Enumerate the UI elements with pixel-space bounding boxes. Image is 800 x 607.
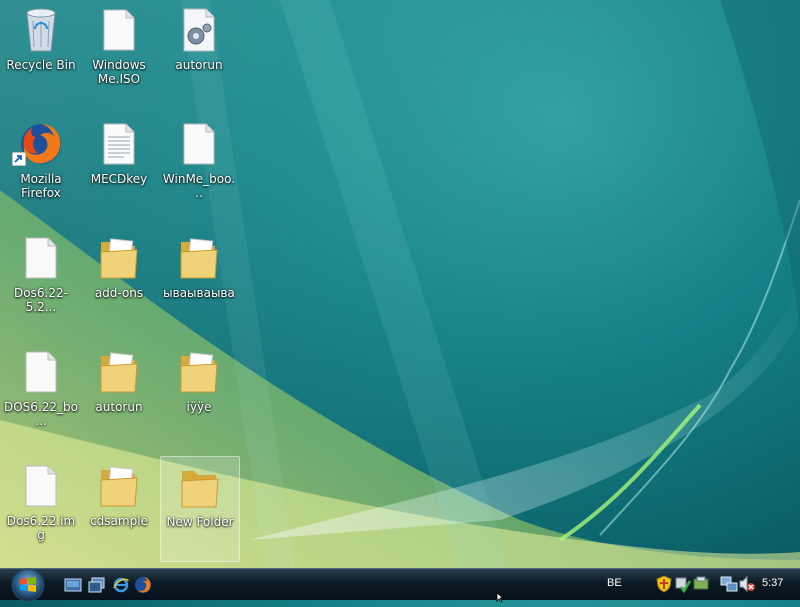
volume-muted-icon	[739, 575, 755, 593]
taskbar[interactable]: BE 5:37	[0, 567, 800, 603]
safely-remove-hardware-icon	[693, 576, 709, 590]
folder-icon	[175, 348, 223, 396]
shortcut-arrow-icon	[12, 152, 26, 166]
desktop-icon-dos622-img[interactable]: Dos6.22.img	[2, 456, 80, 560]
desktop-icon-label: iÿÿe	[186, 400, 212, 414]
desktop-icon-label: WinMe_boo...	[162, 172, 236, 200]
security-tray-button[interactable]	[655, 575, 673, 593]
desktop-icon-label: MECDkey	[90, 172, 148, 186]
folder-icon	[176, 463, 224, 511]
desktop-icon-mecdkey[interactable]: MECDkey	[80, 114, 158, 218]
desktop-icon-winme-boot[interactable]: WinMe_boo...	[160, 114, 238, 218]
windows-start-orb-icon	[11, 568, 45, 602]
desktop-icon-add-ons[interactable]: add-ons	[80, 228, 158, 332]
internet-explorer-button[interactable]	[112, 576, 130, 594]
text-file-icon	[95, 120, 143, 168]
file-icon	[17, 462, 65, 510]
desktop-icon-cdsample[interactable]: cdsample	[80, 456, 158, 560]
desktop-icon-autorun-file[interactable]: autorun	[160, 0, 238, 104]
network-icon	[720, 576, 738, 592]
desktop-icon-label: autorun	[175, 58, 223, 72]
desktop-icon-label: cdsample	[90, 514, 148, 528]
desktop-icon-label: autorun	[95, 400, 143, 414]
start-button[interactable]	[8, 567, 48, 603]
file-icon	[17, 234, 65, 282]
security-shield-icon	[656, 575, 672, 593]
safely-remove-hardware-button[interactable]	[692, 575, 710, 593]
desktop-icon-label: add-ons	[94, 286, 144, 300]
network-status-tray-button[interactable]	[674, 575, 692, 594]
desktop-icon-new-folder[interactable]: New Folder	[160, 456, 240, 562]
desktop-icon-label: Dos6.22-5.2...	[14, 286, 68, 314]
folder-icon	[95, 462, 143, 510]
network-status-icon	[675, 577, 692, 594]
show-desktop-icon	[64, 578, 82, 592]
file-icon	[175, 120, 223, 168]
network-tray-button[interactable]	[720, 575, 738, 593]
desktop-icon-label: ываываыва	[163, 286, 235, 300]
switch-windows-icon	[88, 577, 105, 593]
file-icon	[95, 6, 143, 54]
settings-file-icon	[175, 6, 223, 54]
volume-tray-button[interactable]	[738, 575, 756, 593]
folder-icon	[95, 348, 143, 396]
desktop-icon-autorun-folder[interactable]: autorun	[80, 342, 158, 446]
desktop-icon-recycle-bin[interactable]: Recycle Bin	[2, 0, 80, 104]
desktop-icon-dos622-file[interactable]: Dos6.22-5.2...	[2, 228, 80, 332]
folder-icon	[175, 234, 223, 282]
show-desktop-button[interactable]	[64, 576, 82, 594]
desktop-icon-folder-iyye[interactable]: iÿÿe	[160, 342, 238, 446]
file-icon	[17, 348, 65, 396]
desktop-icon-dos622-boot[interactable]: DOS6.22_bo...	[2, 342, 80, 446]
desktop-icon-windows-me-iso[interactable]: Windows Me.ISO	[80, 0, 158, 104]
desktop-icon-label: Dos6.22.img	[6, 514, 76, 542]
desktop-icon-label: New Folder	[166, 515, 234, 529]
clock[interactable]: 5:37	[762, 577, 783, 589]
switch-windows-button[interactable]	[88, 576, 106, 594]
firefox-icon	[135, 577, 151, 593]
firefox-icon	[12, 120, 65, 168]
desktop-icon-folder-cyrillic[interactable]: ываываыва	[160, 228, 238, 332]
desktop-icon-mozilla-firefox[interactable]: Mozilla Firefox	[2, 114, 80, 218]
desktop-icon-label: Recycle Bin	[6, 58, 76, 72]
desktop-icon-label: DOS6.22_bo...	[4, 400, 78, 428]
firefox-quick-launch[interactable]	[134, 576, 152, 594]
folder-icon	[95, 234, 143, 282]
recycle-bin-icon	[17, 6, 65, 54]
language-indicator[interactable]: BE	[607, 577, 622, 589]
internet-explorer-icon	[113, 577, 129, 593]
desktop[interactable]: Recycle Bin Windows Me.ISO autorun Mozil…	[0, 0, 800, 568]
desktop-icon-label: Mozilla Firefox	[20, 172, 62, 200]
desktop-icon-label: Windows Me.ISO	[92, 58, 146, 86]
mouse-cursor-icon	[496, 592, 505, 602]
